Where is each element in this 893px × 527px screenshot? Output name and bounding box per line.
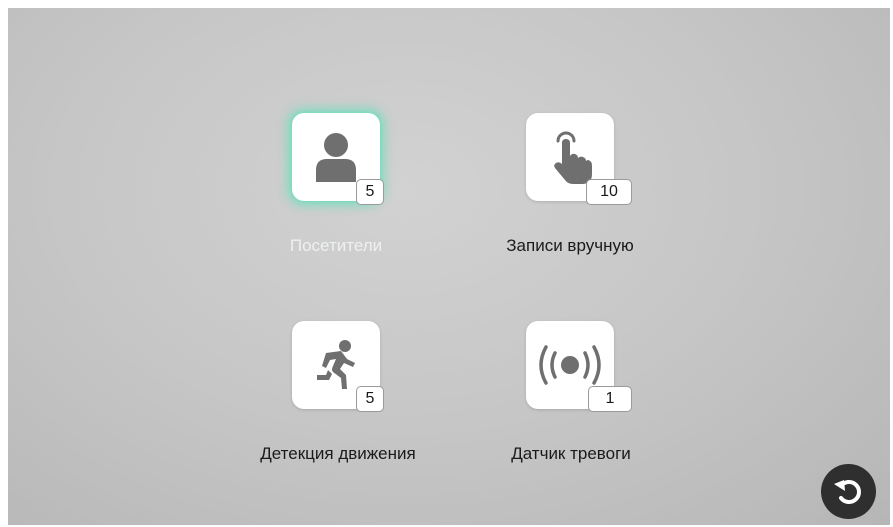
tile-visitors[interactable]: 5	[292, 113, 384, 205]
back-arrow-icon	[833, 479, 861, 504]
tile-label-visitors[interactable]: Посетители	[278, 236, 394, 256]
back-button[interactable]	[821, 464, 876, 519]
tile-label-alarm-sensor[interactable]: Датчик тревоги	[488, 444, 654, 464]
tile-alarm-sensor[interactable]: 1	[526, 321, 632, 412]
tile-manual-records[interactable]: 10	[526, 113, 632, 205]
tile-label-motion-detection[interactable]: Детекция движения	[234, 444, 442, 464]
count-badge: 5	[356, 179, 384, 205]
count-badge: 10	[586, 179, 632, 205]
screen: 5 Посетители 10 Записи вручную 5 Детекци…	[8, 8, 890, 525]
tile-motion-detection[interactable]: 5	[292, 321, 384, 412]
count-badge: 1	[588, 386, 632, 412]
tile-label-manual-records[interactable]: Записи вручную	[480, 236, 660, 256]
count-badge: 5	[356, 386, 384, 412]
